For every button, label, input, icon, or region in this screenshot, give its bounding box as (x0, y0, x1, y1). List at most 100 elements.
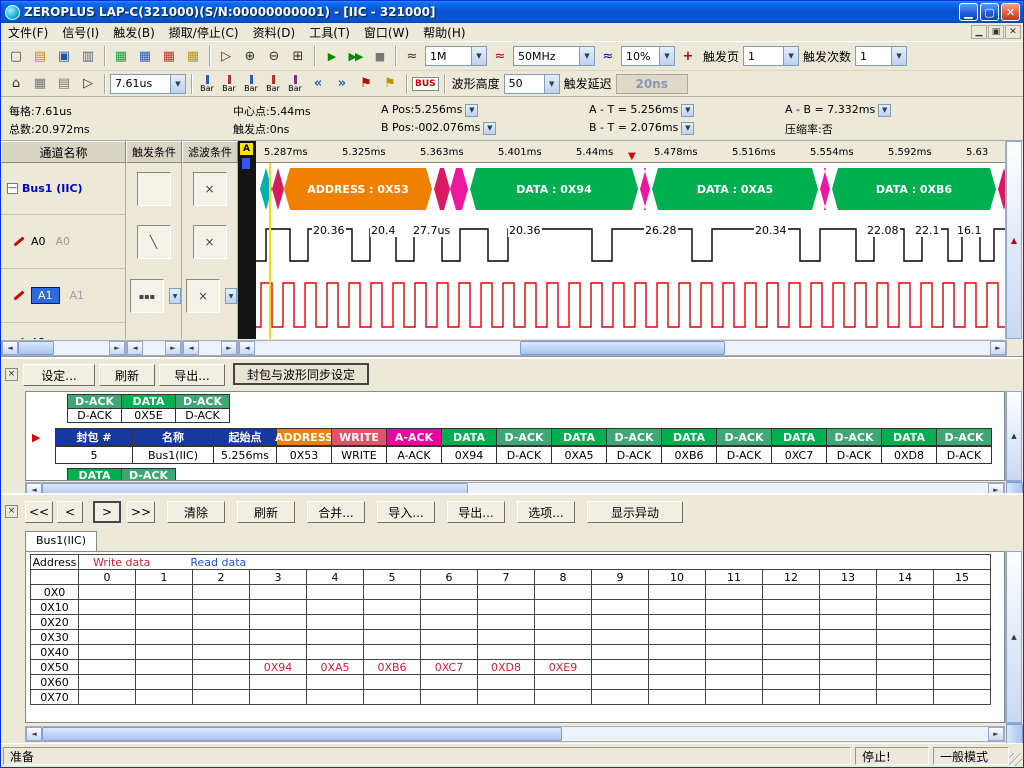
wave-height-combo[interactable]: 50▼ (504, 74, 560, 94)
bus-data-segment[interactable]: DATA : 0X94 (470, 168, 638, 210)
packet-value-row[interactable]: 5 Bus1(IIC) 5.256ms 0X53 WRITE A-ACK 0X9… (32, 446, 992, 464)
print-icon[interactable]: ▥ (77, 45, 99, 67)
packet-export-button[interactable]: 导出... (159, 364, 225, 386)
a0-trigger-condition[interactable]: ╲ (137, 225, 171, 259)
bar-b-icon[interactable]: Bar (219, 74, 239, 94)
sample-rate-combo[interactable]: 50MHz▼ (513, 46, 595, 66)
bus-segment[interactable] (434, 168, 450, 210)
first-page-button[interactable]: << (25, 501, 53, 523)
capture-grid-yellow-icon[interactable]: ▦ (182, 45, 204, 67)
filter-hscrollbar[interactable]: ◄► (182, 340, 238, 356)
options-button[interactable]: 选项... (517, 501, 575, 523)
chevron-down-icon[interactable]: ▼ (891, 47, 906, 65)
mdi-restore-button[interactable]: ▣ (988, 25, 1004, 39)
channel-row-a2[interactable]: A2 (1, 323, 125, 339)
close-panel-icon[interactable]: × (5, 505, 18, 518)
goto-prev-icon[interactable]: « (307, 73, 329, 95)
menu-item[interactable]: 文件(F) (1, 23, 55, 42)
open-folder-icon[interactable]: ▤ (29, 45, 51, 67)
packet-settings-button[interactable]: 设定... (23, 364, 95, 386)
bus-segment[interactable] (820, 168, 830, 210)
bus-data-segment[interactable]: DATA : 0XB6 (832, 168, 996, 210)
packet-table[interactable]: D-ACK DATA D-ACK D-ACK 0X5E D-ACK ▶ (25, 391, 1005, 481)
address-table-wrap[interactable]: Address Write dataRead data 0 1 2 3 (25, 551, 1005, 723)
scroll-right-button[interactable]: ► (165, 341, 181, 355)
run-button[interactable]: ▶ (320, 45, 342, 67)
table-row[interactable]: 0X30 (31, 630, 991, 645)
scroll-right-button[interactable]: ► (988, 727, 1004, 741)
menu-item[interactable]: 资料(D) (246, 23, 303, 42)
refresh-button[interactable]: 刷新 (237, 501, 295, 523)
import-button[interactable]: 导入... (377, 501, 435, 523)
a-marker-flag[interactable]: A (240, 143, 253, 155)
table-row[interactable]: 0X40 (31, 645, 991, 660)
bus-segment[interactable] (272, 168, 284, 210)
waveform-vscrollbar[interactable]: ▲ ▼ (1005, 141, 1023, 339)
a1-label[interactable]: A1 (31, 287, 60, 304)
save-icon[interactable]: ▣ (53, 45, 75, 67)
table-row[interactable]: 0X70 (31, 690, 991, 705)
zoom-in-icon[interactable]: ⊕ (239, 45, 261, 67)
menu-item[interactable]: 工具(T) (302, 23, 357, 42)
scroll-left-button[interactable]: ◄ (239, 341, 255, 355)
bus-icon[interactable]: BUS (412, 77, 439, 91)
menu-item[interactable]: 触发(B) (106, 23, 162, 42)
table-row[interactable]: 0X50 0X94 0XA5 0XB6 0XC7 0XD8 0XE9 (31, 660, 991, 675)
new-file-icon[interactable]: ▢ (5, 45, 27, 67)
chevron-down-icon[interactable]: ▼ (878, 104, 891, 117)
prev-page-button[interactable]: < (57, 501, 83, 523)
chevron-down-icon[interactable]: ▼ (681, 122, 694, 135)
channel-name-header[interactable]: 通道名称 (1, 141, 126, 163)
waveform-area[interactable]: 5.287ms 5.325ms 5.363ms 5.401ms 5.44ms 5… (256, 141, 1007, 339)
bus-segment[interactable] (640, 168, 650, 210)
bus1-label[interactable]: Bus1 (IIC) (22, 182, 83, 195)
menu-item[interactable]: 窗口(W) (357, 23, 416, 42)
chevron-down-icon[interactable]: ▼ (783, 47, 798, 65)
flag-yellow-icon[interactable]: ⚑ (379, 73, 401, 95)
packet-sync-wave-button[interactable]: 封包与波形同步设定 (233, 363, 369, 385)
address-table-vscrollbar[interactable]: ▲ ▼ (1005, 551, 1023, 723)
menu-item[interactable]: 撷取/停止(C) (162, 23, 246, 42)
filter-condition-header[interactable]: 滤波条件 (182, 141, 238, 163)
stop-button[interactable]: ■ (368, 45, 390, 67)
select-arrow-icon[interactable]: ▷ (77, 73, 99, 95)
a-position-marker-icon[interactable]: ▼ (628, 152, 636, 162)
grid-view-icon[interactable]: ▦ (29, 73, 51, 95)
a1-waveform-row[interactable] (256, 269, 1007, 339)
channel-row-bus1[interactable]: — Bus1 (IIC) (1, 163, 125, 215)
packet-refresh-button[interactable]: 刷新 (99, 364, 155, 386)
a1-trigger-condition[interactable]: ▪▪▪ (130, 279, 164, 313)
clear-button[interactable]: 清除 (167, 501, 225, 523)
run-continuous-button[interactable]: ▶▶ (344, 45, 366, 67)
next-page-button[interactable]: > (93, 501, 121, 523)
address-table-hscrollbar[interactable]: ◄► (25, 726, 1005, 742)
bar-move-a-icon[interactable]: Bar (241, 74, 261, 94)
scroll-left-button[interactable]: ◄ (127, 341, 143, 355)
close-panel-icon[interactable]: × (5, 368, 18, 381)
scroll-left-button[interactable]: ◄ (2, 341, 18, 355)
chevron-down-icon[interactable]: ▼ (544, 75, 559, 93)
export-button[interactable]: 导出... (447, 501, 505, 523)
trigger-count-combo[interactable]: 1▼ (855, 46, 907, 66)
close-button[interactable]: ✕ (1001, 3, 1020, 21)
table-row[interactable]: 0X20 (31, 615, 991, 630)
trigger-condition-header[interactable]: 触发条件 (126, 141, 182, 163)
scroll-right-button[interactable]: ► (990, 341, 1006, 355)
a0-waveform-row[interactable]: 20.36 20.4 27.7us 20.36 26.28 20.34 22.0… (256, 215, 1007, 269)
zoom-window-icon[interactable]: ⊞ (287, 45, 309, 67)
show-changes-button[interactable]: 显示异动 (587, 501, 683, 523)
scroll-right-button[interactable]: ► (221, 341, 237, 355)
chevron-down-icon[interactable]: ▼ (225, 288, 237, 304)
menu-item[interactable]: 信号(I) (55, 23, 106, 42)
table-row[interactable]: 0X10 (31, 600, 991, 615)
collapse-icon[interactable]: — (7, 183, 18, 194)
chevron-down-icon[interactable]: ▼ (170, 75, 185, 93)
bus-data-segment[interactable]: DATA : 0XA5 (652, 168, 818, 210)
channel-hscrollbar[interactable]: ◄► (1, 340, 126, 356)
chevron-down-icon[interactable]: ▼ (471, 47, 486, 65)
chevron-down-icon[interactable]: ▼ (465, 104, 478, 117)
maximize-button[interactable]: ▢ (980, 3, 999, 21)
a0-label[interactable]: A0 (31, 235, 46, 248)
capture-grid-green-icon[interactable]: ▦ (110, 45, 132, 67)
scroll-left-button[interactable]: ◄ (26, 727, 42, 741)
